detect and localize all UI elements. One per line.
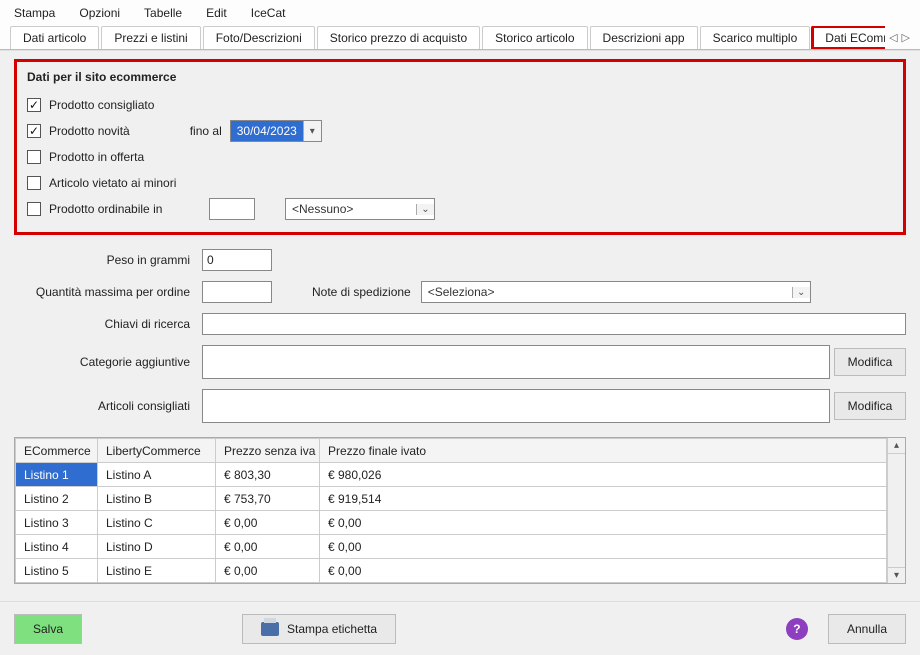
cell-ecommerce[interactable]: Listino 4 — [16, 535, 98, 559]
tab-storico-articolo[interactable]: Storico articolo — [482, 26, 587, 49]
cell-ecommerce[interactable]: Listino 2 — [16, 487, 98, 511]
button-modifica-articoli[interactable]: Modifica — [834, 392, 906, 420]
input-ordinabile-qty[interactable] — [209, 198, 255, 220]
tabs-row: Dati articolo Prezzi e listini Foto/Desc… — [0, 26, 920, 50]
ecommerce-settings-box: Dati per il sito ecommerce Prodotto cons… — [14, 59, 906, 235]
help-icon[interactable]: ? — [786, 618, 808, 640]
date-dropdown-icon[interactable]: ▾ — [303, 121, 321, 141]
chevron-down-icon: ⌄ — [416, 204, 434, 215]
combo-note-spedizione-text: <Seleziona> — [422, 285, 792, 299]
cell-libertycommerce[interactable]: Listino A — [98, 463, 216, 487]
tab-descrizioni-app[interactable]: Descrizioni app — [590, 26, 698, 49]
tab-foto-descrizioni[interactable]: Foto/Descrizioni — [203, 26, 315, 49]
input-qta-massima[interactable] — [202, 281, 272, 303]
cell-prezzo-senza-iva[interactable]: € 0,00 — [216, 535, 320, 559]
tab-storico-prezzo-acquisto[interactable]: Storico prezzo di acquisto — [317, 26, 480, 49]
cell-prezzo-senza-iva[interactable]: € 0,00 — [216, 559, 320, 583]
date-field-fino-al[interactable]: 30/04/2023 ▾ — [230, 120, 322, 142]
combo-ordinabile-unit[interactable]: <Nessuno> ⌄ — [285, 198, 435, 220]
input-chiavi-ricerca[interactable] — [202, 313, 906, 335]
label-prodotto-consigliato: Prodotto consigliato — [49, 98, 154, 112]
label-chiavi-ricerca: Chiavi di ricerca — [14, 317, 202, 331]
table-row[interactable]: Listino 5 Listino E € 0,00 € 0,00 — [16, 559, 887, 583]
cell-prezzo-finale[interactable]: € 0,00 — [320, 559, 887, 583]
tab-dati-ecommerce[interactable]: Dati ECommerce — [812, 26, 885, 49]
cell-prezzo-finale[interactable]: € 0,00 — [320, 535, 887, 559]
checkbox-prodotto-offerta[interactable] — [27, 150, 41, 164]
table-row[interactable]: Listino 1 Listino A € 803,30 € 980,026 — [16, 463, 887, 487]
col-header-prezzo-senza-iva[interactable]: Prezzo senza iva — [216, 439, 320, 463]
label-categorie-aggiuntive: Categorie aggiuntive — [14, 355, 202, 369]
menu-edit[interactable]: Edit — [206, 6, 227, 20]
cell-libertycommerce[interactable]: Listino B — [98, 487, 216, 511]
cancel-button[interactable]: Annulla — [828, 614, 906, 644]
checkbox-prodotto-novita[interactable] — [27, 124, 41, 138]
date-value-fino-al: 30/04/2023 — [231, 121, 303, 141]
combo-ordinabile-unit-text: <Nessuno> — [286, 202, 416, 216]
cell-prezzo-finale[interactable]: € 980,026 — [320, 463, 887, 487]
cell-libertycommerce[interactable]: Listino C — [98, 511, 216, 535]
price-grid: ECommerce LibertyCommerce Prezzo senza i… — [14, 437, 906, 584]
menu-opzioni[interactable]: Opzioni — [79, 6, 120, 20]
label-fino-al: fino al — [190, 124, 222, 138]
col-header-libertycommerce[interactable]: LibertyCommerce — [98, 439, 216, 463]
label-ordinabile-in: Prodotto ordinabile in — [49, 202, 199, 216]
printer-icon — [261, 622, 279, 636]
print-label-button[interactable]: Stampa etichetta — [242, 614, 396, 644]
table-row[interactable]: Listino 4 Listino D € 0,00 € 0,00 — [16, 535, 887, 559]
col-header-prezzo-finale[interactable]: Prezzo finale ivato — [320, 439, 887, 463]
checkbox-vietato-minori[interactable] — [27, 176, 41, 190]
cell-prezzo-senza-iva[interactable]: € 753,70 — [216, 487, 320, 511]
cell-prezzo-finale[interactable]: € 0,00 — [320, 511, 887, 535]
save-button[interactable]: Salva — [14, 614, 82, 644]
menubar: Stampa Opzioni Tabelle Edit IceCat — [0, 0, 920, 26]
tab-scarico-multiplo[interactable]: Scarico multiplo — [700, 26, 811, 49]
label-articoli-consigliati: Articoli consigliati — [14, 399, 202, 413]
tab-scroll-left-icon[interactable]: ◁ — [889, 31, 897, 44]
label-vietato-minori: Articolo vietato ai minori — [49, 176, 176, 190]
grid-scrollbar[interactable]: ▴ ▾ — [887, 438, 905, 583]
cell-prezzo-finale[interactable]: € 919,514 — [320, 487, 887, 511]
ecommerce-box-title: Dati per il sito ecommerce — [27, 70, 893, 84]
label-note-spedizione: Note di spedizione — [312, 285, 411, 299]
col-header-ecommerce[interactable]: ECommerce — [16, 439, 98, 463]
label-qta-massima: Quantità massima per ordine — [14, 285, 202, 299]
tab-dati-articolo[interactable]: Dati articolo — [10, 26, 99, 49]
table-row[interactable]: Listino 2 Listino B € 753,70 € 919,514 — [16, 487, 887, 511]
textarea-categorie-aggiuntive[interactable] — [202, 345, 830, 379]
menu-icecat[interactable]: IceCat — [251, 6, 286, 20]
input-peso-grammi[interactable]: 0 — [202, 249, 272, 271]
scroll-down-icon[interactable]: ▾ — [888, 567, 905, 583]
tab-scroll-nav: ◁ ▷ — [885, 31, 914, 44]
textarea-articoli-consigliati[interactable] — [202, 389, 830, 423]
label-prodotto-offerta: Prodotto in offerta — [49, 150, 144, 164]
cell-prezzo-senza-iva[interactable]: € 803,30 — [216, 463, 320, 487]
tab-prezzi-listini[interactable]: Prezzi e listini — [101, 26, 200, 49]
cell-prezzo-senza-iva[interactable]: € 0,00 — [216, 511, 320, 535]
tab-scroll-right-icon[interactable]: ▷ — [902, 31, 910, 44]
label-prodotto-novita: Prodotto novità — [49, 124, 130, 138]
combo-note-spedizione[interactable]: <Seleziona> ⌄ — [421, 281, 811, 303]
cell-ecommerce[interactable]: Listino 1 — [16, 463, 98, 487]
cell-ecommerce[interactable]: Listino 5 — [16, 559, 98, 583]
checkbox-prodotto-consigliato[interactable] — [27, 98, 41, 112]
scroll-up-icon[interactable]: ▴ — [888, 438, 905, 454]
menu-stampa[interactable]: Stampa — [14, 6, 55, 20]
cell-libertycommerce[interactable]: Listino E — [98, 559, 216, 583]
footer: Salva Stampa etichetta ? Annulla — [0, 601, 920, 655]
label-peso-grammi: Peso in grammi — [14, 253, 202, 267]
print-label-text: Stampa etichetta — [287, 622, 377, 636]
table-row[interactable]: Listino 3 Listino C € 0,00 € 0,00 — [16, 511, 887, 535]
cell-ecommerce[interactable]: Listino 3 — [16, 511, 98, 535]
cell-libertycommerce[interactable]: Listino D — [98, 535, 216, 559]
chevron-down-icon: ⌄ — [792, 287, 810, 298]
checkbox-ordinabile-in[interactable] — [27, 202, 41, 216]
menu-tabelle[interactable]: Tabelle — [144, 6, 182, 20]
price-table[interactable]: ECommerce LibertyCommerce Prezzo senza i… — [15, 438, 887, 583]
button-modifica-categorie[interactable]: Modifica — [834, 348, 906, 376]
